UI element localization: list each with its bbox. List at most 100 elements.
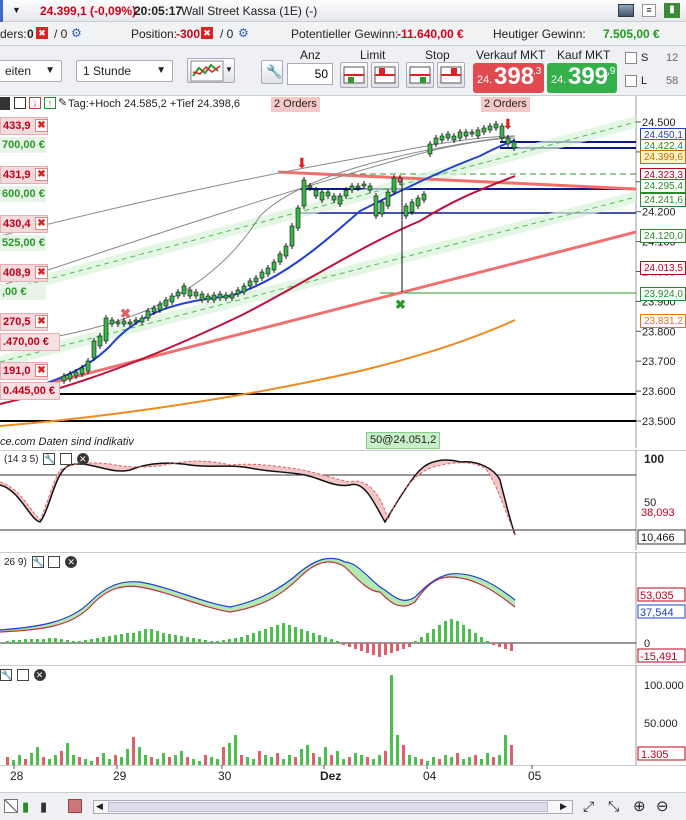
orders-marker[interactable]: 2 Orders (271, 97, 320, 112)
close-icon[interactable]: ✖ (35, 168, 48, 181)
position-settings-icon[interactable]: ⚙ (238, 26, 249, 40)
window-menu-icon[interactable]: ≡ (642, 4, 656, 17)
close-icon[interactable]: ✕ (65, 556, 78, 569)
sell-market-button[interactable]: 24. 398 ,3 (473, 63, 544, 93)
order-pnl-box[interactable]: 525,00 € (0, 235, 46, 251)
volume-bar (234, 735, 237, 765)
stochastic-panel[interactable]: 10050038,09310,466 (0, 450, 686, 550)
window-toggle-icon[interactable] (618, 4, 634, 17)
volume-bar (486, 753, 489, 765)
candle (199, 293, 205, 301)
arrow-down-icon[interactable]: ↓ (29, 97, 41, 109)
wrench-icon[interactable]: 🔧 (0, 669, 12, 682)
horizontal-scrollbar[interactable]: ◀ ▶ (93, 800, 573, 814)
close-icon[interactable]: ✕ (33, 669, 46, 682)
close-icon[interactable]: ✖ (35, 119, 48, 132)
scroll-left-icon[interactable]: ◀ (96, 801, 103, 812)
zoom-fit-icon[interactable]: ⤢ (583, 798, 594, 815)
window-close-icon[interactable]: ▮ (664, 3, 680, 18)
interval-select[interactable]: 1 Stunde ▼ (76, 60, 173, 82)
short-checkbox[interactable] (625, 52, 637, 64)
stop-buy-button[interactable] (437, 62, 465, 88)
short-qty: 12 (666, 52, 679, 64)
zoom-in-icon[interactable]: ⊕ (633, 797, 646, 815)
volume-bar (306, 745, 309, 765)
order-level-box[interactable]: 430,4 ✖ (0, 215, 48, 233)
macd-bar (24, 639, 27, 643)
close-icon[interactable]: ✖ (35, 266, 48, 279)
macd-bar (336, 641, 339, 643)
zoom-range-icon[interactable]: ⤡ (608, 798, 619, 815)
candle-type-icon[interactable]: ▮ (22, 799, 29, 815)
close-icon[interactable]: ✖ (35, 315, 48, 328)
candle (487, 125, 493, 131)
bar-type-icon[interactable]: ▮ (40, 799, 47, 815)
limit-buy-button[interactable] (371, 62, 399, 88)
wrench-icon[interactable]: 🔧 (31, 556, 44, 569)
edit-icon[interactable]: ✎ (58, 96, 67, 109)
window-icon[interactable] (14, 97, 26, 109)
macd-bar (276, 625, 279, 643)
amount-input[interactable] (287, 63, 333, 85)
order-level-box[interactable]: 191,0 ✖ (0, 362, 48, 380)
volume-bar (384, 751, 387, 765)
volume-bar (54, 755, 57, 765)
long-checkbox[interactable] (625, 75, 637, 87)
indicator-icon[interactable] (68, 799, 82, 813)
wrench-button[interactable]: 🔧 (261, 60, 283, 84)
macd-bar (222, 640, 225, 643)
stop-sell-button[interactable] (406, 62, 434, 88)
orders-marker[interactable]: 2 Orders (481, 97, 530, 112)
limit-sell-button[interactable] (340, 62, 368, 88)
candle (205, 295, 211, 301)
candle (271, 261, 277, 271)
candle (193, 291, 199, 297)
window-icon[interactable] (60, 453, 73, 466)
order-pnl-box[interactable]: .470,00 € (0, 333, 60, 351)
order-level-box[interactable]: 270,5 ✖ (0, 313, 48, 331)
order-pnl-box[interactable]: 0.445,00 € (0, 382, 60, 400)
arrow-up-icon[interactable]: ↑ (44, 97, 56, 109)
order-pnl-box[interactable]: 600,00 € (0, 186, 46, 202)
scroll-right-icon[interactable]: ▶ (560, 801, 567, 812)
period-select[interactable]: eiten ▼ (0, 60, 62, 82)
volume-bar (354, 753, 357, 765)
drawing-tool-icon[interactable] (4, 799, 18, 813)
orders-settings-icon[interactable]: ⚙ (71, 26, 82, 40)
macd-bar (90, 639, 93, 643)
price-chart[interactable]: ⬇ ⬇ ✖ ✖ 24.50024.40024.30024.20024.10024… (0, 96, 686, 448)
chevron-down-icon[interactable]: ▼ (12, 5, 21, 15)
window-icon[interactable] (16, 669, 29, 682)
volume-tick-label: 100.000 (644, 680, 684, 692)
time-axis: 28 29 30 Dez 04 05 (0, 765, 686, 792)
window-icon[interactable] (48, 556, 61, 569)
close-icon[interactable]: ✖ (35, 217, 48, 230)
order-level-box[interactable]: 408,9 ✖ (0, 264, 48, 282)
volume-bar (318, 757, 321, 765)
buy-market-button[interactable]: 24. 399 ,9 (547, 63, 617, 93)
position-label: Position: (131, 27, 178, 41)
cancel-orders-icon[interactable]: ✖ (36, 27, 48, 39)
order-level-box[interactable]: 433,9 ✖ (0, 117, 48, 135)
volume-bar (264, 755, 267, 765)
wrench-icon[interactable]: 🔧 (43, 453, 55, 466)
volume-panel[interactable]: 100.000 50.000 1.305 (0, 665, 686, 765)
close-icon[interactable]: ✕ (76, 453, 89, 466)
close-position-icon[interactable]: ✖ (201, 27, 213, 39)
order-pnl-box[interactable]: 700,00 € (0, 137, 46, 153)
macd-bar (492, 643, 495, 645)
close-icon[interactable]: ✖ (35, 364, 48, 377)
candle (367, 185, 373, 191)
zoom-out-icon[interactable]: ⊖ (656, 797, 669, 815)
macd-bar (228, 639, 231, 643)
chart-menu-icon[interactable] (0, 97, 10, 110)
macd-bar (300, 629, 303, 643)
indicator-picker-button[interactable]: ▼ (187, 58, 235, 83)
order-level-box[interactable]: 431,9 ✖ (0, 166, 48, 184)
order-pnl-box[interactable]: ,00 € (0, 284, 46, 300)
bottom-toolbar: ▮ ▮ ◀ ▶ ⤢ ⤡ ⊕ ⊖ (0, 792, 686, 820)
sell-price-main: 398 (494, 63, 535, 90)
scroll-thumb[interactable] (108, 802, 548, 812)
macd-panel[interactable]: 0 53,035 37,544 -15,491 (0, 552, 686, 664)
volume-bar (408, 755, 411, 765)
